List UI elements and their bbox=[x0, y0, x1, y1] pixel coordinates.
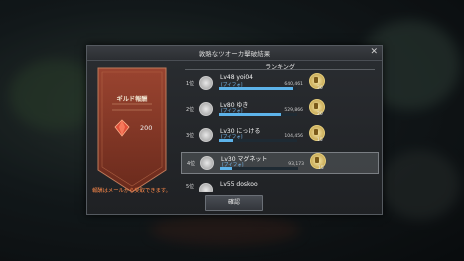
reward-banner bbox=[97, 67, 167, 193]
damage-bar-fill bbox=[219, 113, 282, 116]
avatar bbox=[199, 76, 213, 90]
medal-count: 15 bbox=[318, 166, 324, 171]
avatar bbox=[199, 128, 213, 142]
medal-count: 15 bbox=[317, 138, 323, 143]
reward-value: 200 bbox=[140, 124, 153, 132]
damage-score: 529,866 bbox=[284, 108, 303, 113]
player-name: Lv55 doskoo bbox=[220, 181, 258, 188]
player-name: Lv48 yoi04 bbox=[220, 74, 253, 81]
confirm-button[interactable]: 確認 bbox=[205, 195, 263, 211]
ranking-row: 3位 Lv30 にっける [ブイフォ] 104,456 15 bbox=[181, 125, 377, 145]
ranking-divider bbox=[185, 69, 375, 70]
damage-score: 640,461 bbox=[284, 82, 303, 87]
ranking-row: 2位 Lv80 ゆき [ブイフォ] 529,866 20 bbox=[181, 99, 377, 119]
avatar bbox=[199, 183, 213, 192]
crystal-icon bbox=[114, 119, 130, 137]
rank-position: 3位 bbox=[186, 133, 195, 139]
damage-bar-fill bbox=[219, 139, 234, 142]
rank-position: 1位 bbox=[186, 81, 195, 87]
reward-note: 報酬はメールから受取できます。 bbox=[92, 188, 171, 194]
damage-score: 104,456 bbox=[284, 134, 303, 139]
dialog-titlebar: 敦賂なツオーカ擊破結果 ✕ bbox=[87, 46, 382, 61]
medal-count: 20 bbox=[317, 112, 323, 117]
rank-position: 5位 bbox=[186, 184, 195, 190]
avatar bbox=[199, 102, 213, 116]
damage-bar-fill bbox=[220, 167, 232, 170]
medal-count: 30 bbox=[317, 86, 323, 91]
reward-title: ギルド報酬 bbox=[116, 96, 148, 103]
damage-bar bbox=[219, 113, 297, 116]
damage-bar bbox=[219, 139, 297, 142]
damage-bar bbox=[220, 167, 298, 170]
rank-position: 2位 bbox=[186, 107, 195, 113]
dialog-title: 敦賂なツオーカ擊破結果 bbox=[198, 50, 271, 58]
ranking-row: 1位 Lv48 yoi04 [ブイフォ] 640,461 30 bbox=[181, 73, 377, 93]
rank-position: 4位 bbox=[187, 161, 196, 167]
damage-bar-fill bbox=[219, 87, 294, 90]
ranking-row-self: 4位 Lv30 マグネット [ブイフォ] 93,173 15 bbox=[181, 152, 379, 174]
ranking-row: 5位 Lv55 doskoo bbox=[181, 180, 377, 192]
avatar bbox=[200, 156, 214, 170]
damage-score: 93,173 bbox=[288, 162, 304, 167]
damage-bar bbox=[219, 87, 297, 90]
result-dialog: 敦賂なツオーカ擊破結果 ✕ ギルド報酬 200 報酬はメールから受取できます。 … bbox=[86, 45, 383, 215]
close-icon[interactable]: ✕ bbox=[370, 47, 378, 58]
